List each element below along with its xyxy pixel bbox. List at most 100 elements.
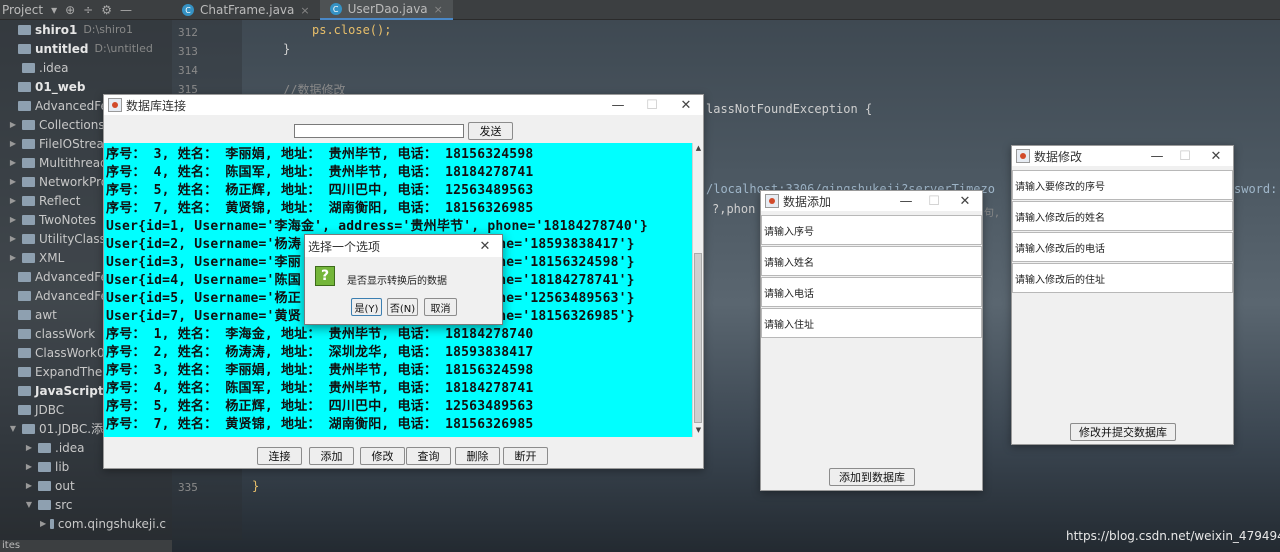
editor-tabs: C ChatFrame.java × C UserDao.java × [172,0,1280,20]
expand-arrow-icon[interactable]: ▼ [24,500,34,509]
tree-item[interactable]: untitled D:\untitled [0,39,172,58]
tree-item[interactable]: ▶ com.qingshukeji.c [0,514,172,533]
folder-icon [22,157,35,168]
name-field[interactable]: 请输入姓名 [761,246,982,276]
bottom-panel-label[interactable]: ites [0,540,172,552]
modify-phone-field[interactable]: 请输入修改后的电话 [1012,232,1233,262]
query-button[interactable]: 查询 [406,447,451,465]
scroll-thumb[interactable] [694,253,702,423]
expand-arrow-icon[interactable]: ▶ [8,177,18,186]
disconnect-button[interactable]: 断开 [503,447,548,465]
scroll-up-icon[interactable]: ▲ [694,144,703,154]
yes-button[interactable]: 是(Y) [351,298,382,316]
tree-item[interactable]: ▶ out [0,476,172,495]
expand-arrow-icon[interactable]: ▶ [8,253,18,262]
expand-arrow-icon[interactable]: ▶ [24,462,34,471]
line-number: 335 [178,481,198,494]
expand-arrow-icon[interactable]: ▶ [40,519,46,528]
code-line[interactable]: 句, [984,204,1000,219]
close-button[interactable]: ✕ [1199,146,1233,166]
minimize-panel-icon[interactable]: — [120,3,132,17]
tree-item-label: com.qingshukeji.c [57,516,166,531]
modify-address-field[interactable]: 请输入修改后的住址 [1012,263,1233,293]
close-icon[interactable]: × [434,3,443,16]
delete-button[interactable]: 删除 [455,447,500,465]
dialog-close-button[interactable]: ✕ [468,235,502,257]
window-title: 数据修改 [1034,149,1083,164]
expand-arrow-icon[interactable]: ▼ [8,424,18,433]
message-input[interactable] [294,124,464,138]
folder-icon [18,347,31,358]
modify-name-field[interactable]: 请输入修改后的姓名 [1012,201,1233,231]
no-button[interactable]: 否(N) [387,298,418,316]
close-button[interactable]: ✕ [948,191,982,211]
tab-userdao[interactable]: C UserDao.java × [319,0,453,20]
tree-item[interactable]: ▼ src [0,495,172,514]
address-field[interactable]: 请输入住址 [761,308,982,338]
connect-button[interactable]: 连接 [257,447,302,465]
expand-arrow-icon[interactable]: ▶ [24,443,34,452]
expand-arrow-icon[interactable]: ▶ [8,234,18,243]
java-app-icon [108,98,122,112]
titlebar[interactable]: 数据修改 — ☐ ✕ [1012,146,1233,166]
modify-id-field[interactable]: 请输入要修改的序号 [1012,170,1233,200]
output-line: 序号： 1, 姓名： 李海金, 地址： 贵州毕节, 电话： 1818427874… [106,327,534,342]
expand-arrow-icon[interactable]: ▶ [8,120,18,129]
folder-icon [18,271,31,282]
folder-icon [18,81,31,92]
minimize-button[interactable]: — [601,95,635,115]
expand-arrow-icon[interactable]: ▶ [8,215,18,224]
project-panel-header[interactable]: Project ▾ ⊕ ÷ ⚙ — [0,0,172,20]
tree-item-label: .idea [55,440,85,455]
dropdown-icon[interactable]: ▾ [51,3,57,17]
expand-arrow-icon[interactable]: ▶ [8,158,18,167]
close-button[interactable]: ✕ [669,95,703,115]
tree-item[interactable]: shiro1 D:\shiro1 [0,20,172,39]
cancel-button[interactable]: 取消 [424,298,457,316]
code-line[interactable]: lassNotFoundException { [706,102,872,116]
output-line: 序号： 7, 姓名： 黄贤锦, 地址： 湖南衡阳, 电话： 1815632698… [106,201,534,216]
folder-icon [22,195,35,206]
scroll-down-icon[interactable]: ▼ [694,426,703,436]
phone-field[interactable]: 请输入电话 [761,277,982,307]
code-line[interactable]: sword: [1234,182,1277,196]
modify-button[interactable]: 修改 [360,447,405,465]
expand-arrow-icon[interactable]: ▶ [24,481,34,490]
code-line[interactable]: ?,phon [712,202,755,216]
project-label[interactable]: Project [2,3,43,17]
titlebar[interactable]: 数据添加 — ☐ ✕ [761,191,982,211]
add-button[interactable]: 添加 [309,447,354,465]
tree-item-label: Collections [39,117,105,132]
id-field[interactable]: 请输入序号 [761,215,982,245]
tree-item-label: classWork [35,326,96,341]
folder-icon [22,138,35,149]
expand-arrow-icon[interactable]: ▶ [8,196,18,205]
window-title: 数据库连接 [126,98,187,113]
code-line[interactable]: ps.close(); [312,23,391,37]
class-icon: C [182,4,194,16]
tree-item[interactable]: .idea [0,58,172,77]
collapse-icon[interactable]: ÷ [83,3,93,17]
minimize-button[interactable]: — [1143,146,1171,166]
target-icon[interactable]: ⊕ [65,3,75,17]
maximize-button[interactable]: ☐ [635,95,669,115]
titlebar[interactable]: 数据库连接 — ☐ ✕ [104,95,703,115]
folder-icon [38,442,51,453]
folder-icon [22,214,35,225]
minimize-button[interactable]: — [892,191,920,211]
tab-chatframe[interactable]: C ChatFrame.java × [172,0,320,20]
vertical-scrollbar[interactable]: ▲ ▼ [692,143,703,437]
maximize-button[interactable]: ☐ [1171,146,1199,166]
expand-arrow-icon[interactable]: ▶ [8,139,18,148]
gear-icon[interactable]: ⚙ [101,3,112,17]
folder-icon [18,43,31,54]
dialog-titlebar[interactable]: 选择一个选项 ✕ [305,235,502,257]
add-to-db-button[interactable]: 添加到数据库 [829,468,915,486]
code-line[interactable]: } [283,42,290,56]
send-button[interactable]: 发送 [468,122,513,140]
modify-submit-button[interactable]: 修改并提交数据库 [1070,423,1176,441]
output-line: 序号： 5, 姓名： 杨正辉, 地址： 四川巴中, 电话： 1256348956… [106,399,534,414]
close-icon[interactable]: × [300,4,309,17]
maximize-button[interactable]: ☐ [920,191,948,211]
code-line[interactable]: } [252,479,259,493]
